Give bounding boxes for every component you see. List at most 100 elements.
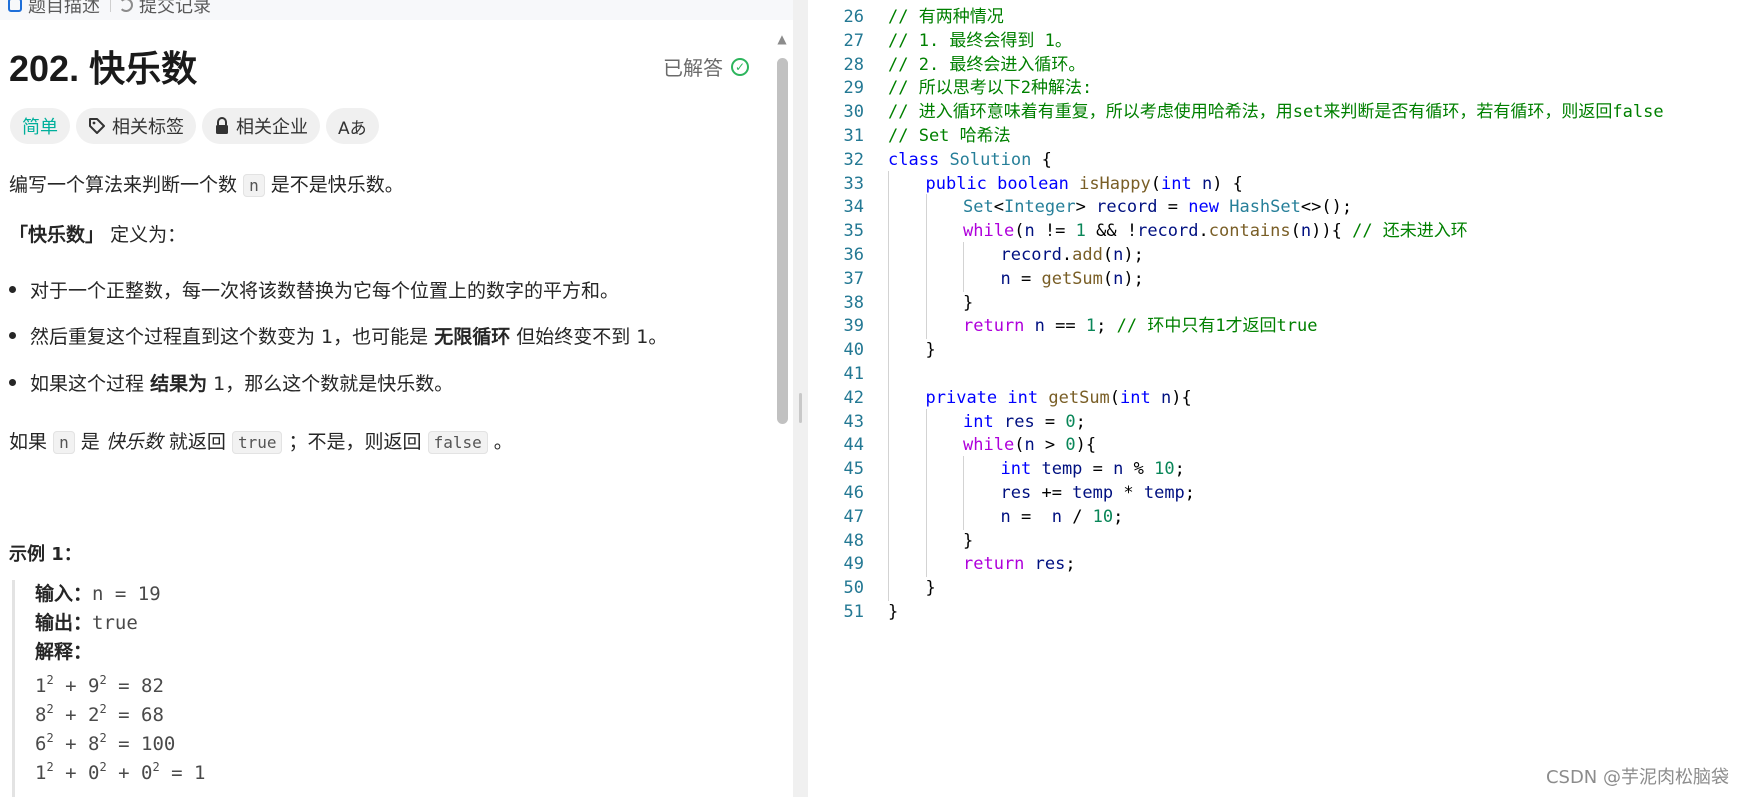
code-line[interactable]: 46 res += temp * temp; — [808, 480, 1737, 506]
code-token: ( — [1290, 221, 1301, 242]
code-token: } — [888, 602, 899, 622]
code-line[interactable]: 45 int temp = n % 10; — [808, 456, 1737, 483]
code-token: class — [888, 149, 940, 170]
inline-code: true — [231, 431, 283, 454]
code-token: return — [963, 316, 1025, 337]
difficulty-badge[interactable]: 简单 — [10, 108, 70, 144]
code-token: ( — [1014, 221, 1025, 242]
code-line[interactable]: 47 n = n / 10; — [808, 503, 1737, 530]
indent-guide — [963, 503, 964, 530]
code-line[interactable]: 36 record.add(n); — [808, 242, 1737, 268]
splitter-handle[interactable] — [799, 393, 802, 423]
code-line[interactable]: 29 // 所以思考以下2种解法: — [808, 75, 1737, 101]
code-line[interactable]: 26 // 有两种情况 — [808, 4, 1737, 30]
tab-submissions[interactable]: 提交记录 — [111, 0, 221, 20]
line-number: 43 — [843, 411, 864, 432]
code-line[interactable]: 33 public boolean isHappy(int n) { — [808, 170, 1737, 197]
description-para-3: 如果 n 是 快乐数 就返回 true ；不是，则返回 false 。 — [9, 427, 513, 454]
code-token: } — [963, 292, 974, 313]
text: 是不是快乐数。 — [270, 174, 404, 196]
code-text: n = getSum(n); — [1001, 266, 1144, 292]
code-line[interactable]: 42 private int getSum(int n){ — [808, 384, 1737, 411]
code-line[interactable]: 35 while(n != 1 && !record.contains(n)){ … — [808, 218, 1737, 245]
text: 如果这个过程 — [30, 373, 145, 395]
code-token: ( — [1150, 173, 1161, 194]
line-number: 33 — [843, 173, 864, 194]
lock-icon — [216, 117, 228, 134]
indent-guide — [888, 480, 889, 506]
code-token: int — [1120, 387, 1151, 408]
code-token: ( — [1102, 245, 1114, 265]
code-token: res — [1000, 483, 1032, 503]
companies-tag-button[interactable]: 相关企业 — [202, 108, 320, 144]
translate-button[interactable]: Aあ — [326, 108, 379, 144]
code-line[interactable]: 51} — [808, 599, 1737, 625]
code-token: // Set 哈希法 — [888, 126, 1011, 146]
code-line[interactable]: 38} — [808, 289, 1737, 316]
bullet-item-2: 然后重复这个过程直到这个数变为 1，也可能是 无限循环 但始终变不到 1。 — [9, 322, 667, 349]
code-line[interactable]: 44 while(n > 0){ — [808, 432, 1737, 459]
indent-guide — [963, 480, 964, 506]
code-line[interactable]: 43 int res = 0; — [808, 408, 1737, 435]
code-line[interactable]: 40} — [808, 337, 1737, 364]
code-line[interactable]: 30 // 进入循环意味着有重复，所以考虑使用哈希法，用set来判断是否有循环，若… — [808, 99, 1737, 125]
code-line[interactable]: 31 // Set 哈希法 — [808, 123, 1737, 149]
code-token: record — [1137, 221, 1199, 242]
topics-tag-button[interactable]: 相关标签 — [76, 108, 196, 144]
indent-guide — [963, 242, 964, 268]
example-block: 输入：n = 19 输出：true 解释： 12 + 92 = 82 82 + … — [12, 580, 772, 797]
bullet-dot — [9, 332, 16, 339]
document-icon — [8, 0, 22, 12]
code-token: 10 — [1092, 506, 1114, 527]
scroll-up-arrow-icon[interactable]: ▲ — [774, 32, 790, 46]
code-token: int — [963, 411, 994, 432]
tab-description[interactable]: 题目描述 — [0, 0, 110, 20]
code-text: while(n != 1 && !record.contains(n)){ //… — [963, 218, 1468, 244]
scrollbar-thumb[interactable] — [777, 58, 788, 424]
indent-guide — [925, 480, 927, 506]
code-line[interactable]: 50} — [808, 575, 1737, 602]
indent-guide — [888, 527, 889, 554]
bullet-item-1: 对于一个正整数，每一次将该数替换为它每个位置上的数字的平方和。 — [9, 276, 619, 303]
code-line[interactable]: 34 Set<Integer> record = new HashSet<>(); — [808, 194, 1737, 221]
code-text: int res = 0; — [963, 409, 1086, 435]
code-line[interactable]: 28 // 2. 最终会进入循环。 — [808, 52, 1737, 78]
code-line[interactable]: 49 return res; — [808, 551, 1737, 578]
example-input: 输入：n = 19 — [35, 580, 772, 609]
code-line[interactable]: 41 — [808, 361, 1737, 387]
line-number: 51 — [843, 602, 864, 622]
indent-guide — [888, 265, 889, 292]
code-line[interactable]: 39 return n == 1; // 环中只有1才返回true — [808, 313, 1737, 340]
code-text: res += temp * temp; — [1001, 480, 1196, 506]
text: 编写一个算法来判断一个数 — [9, 174, 238, 196]
code-token: temp — [1072, 483, 1114, 503]
code-text: // 1. 最终会得到 1。 — [888, 28, 1072, 54]
line-number: 37 — [843, 268, 864, 289]
code-token: n — [1000, 268, 1011, 289]
code-token: ; — [1065, 554, 1076, 575]
code-line[interactable]: 27 // 1. 最终会得到 1。 — [808, 28, 1737, 54]
code-token: HashSet — [1229, 197, 1301, 218]
code-editor[interactable]: 26 // 有两种情况 27 // 1. 最终会得到 1。 28 // 2. 最终会进入循… — [808, 0, 1737, 797]
inline-code: n — [243, 174, 265, 197]
problem-panel: 题目描述 提交记录 202. 快乐数 已解答 ✓ 简单 相关标签 相关企业 Aあ… — [0, 0, 793, 797]
code-token: // 还未进入环 — [1352, 221, 1468, 242]
indent-guide — [888, 575, 889, 602]
code-text: } — [926, 575, 936, 601]
code-token: n — [1024, 435, 1035, 456]
topics-tag-label: 相关标签 — [112, 117, 184, 138]
indent-guide — [925, 551, 927, 578]
code-token: int — [1007, 387, 1039, 408]
code-line[interactable]: 32 class Solution { — [808, 147, 1737, 173]
code-text: } — [926, 337, 936, 363]
solved-label: 已解答 — [663, 56, 723, 80]
indent-guide — [925, 503, 927, 530]
line-number: 50 — [843, 578, 864, 599]
code-token: Integer — [1003, 197, 1076, 218]
code-token: isHappy — [1079, 173, 1151, 194]
code-line[interactable]: 37 n = getSum(n); — [808, 265, 1737, 292]
code-line[interactable]: 48} — [808, 527, 1737, 554]
code-token: } — [925, 340, 936, 361]
code-text: } — [963, 290, 973, 316]
